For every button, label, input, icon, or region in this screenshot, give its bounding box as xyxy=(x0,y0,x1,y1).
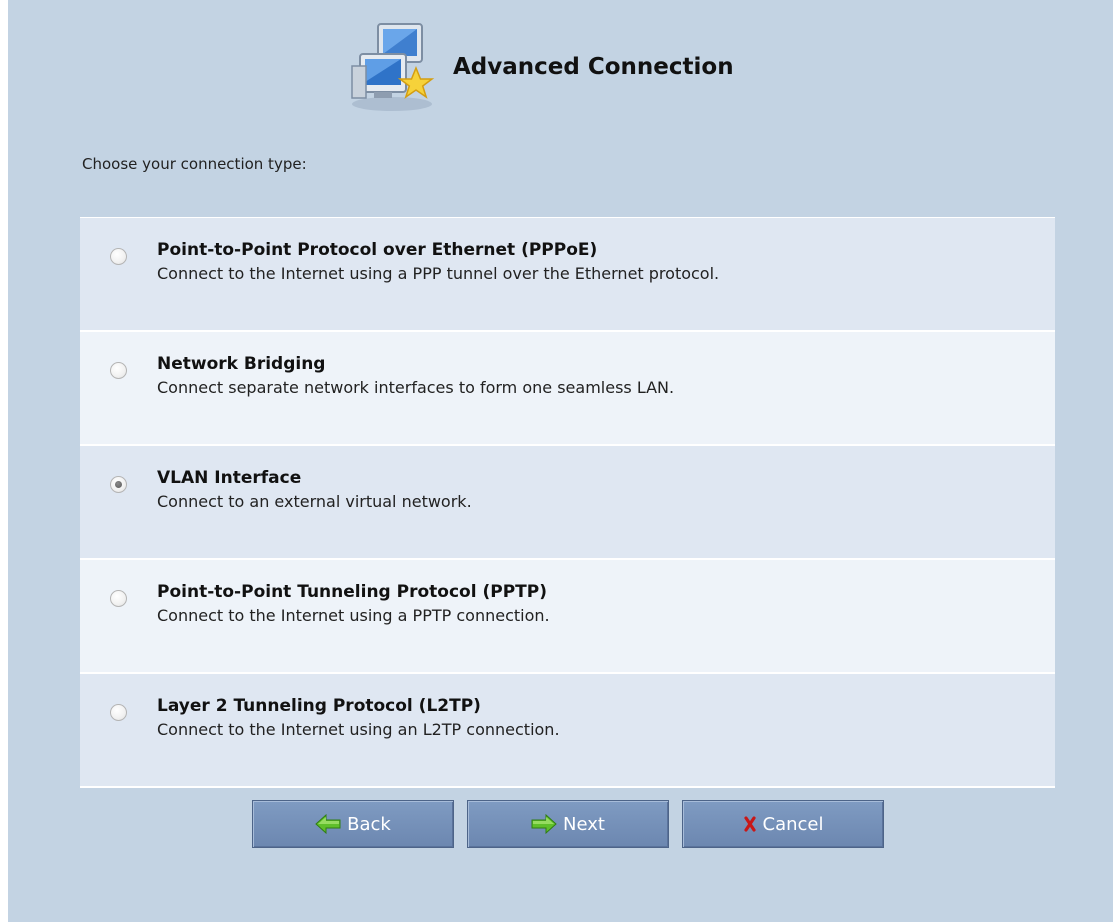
wizard-buttons: Back Next Cancel xyxy=(252,800,892,850)
option-description: Connect to the Internet using an L2TP co… xyxy=(157,720,560,739)
next-button-label: Next xyxy=(563,813,605,835)
connection-type-prompt: Choose your connection type: xyxy=(82,155,307,173)
option-vlan-interface[interactable]: VLAN Interface Connect to an external vi… xyxy=(80,446,1055,560)
next-button[interactable]: Next xyxy=(467,800,669,848)
back-button[interactable]: Back xyxy=(252,800,454,848)
l2tp-radio[interactable] xyxy=(110,704,127,721)
pptp-radio[interactable] xyxy=(110,590,127,607)
option-description: Connect separate network interfaces to f… xyxy=(157,378,675,397)
option-network-bridging[interactable]: Network Bridging Connect separate networ… xyxy=(80,332,1055,446)
option-title: Network Bridging xyxy=(157,354,326,374)
option-description: Connect to an external virtual network. xyxy=(157,492,472,511)
connection-type-list: Point-to-Point Protocol over Ethernet (P… xyxy=(80,217,1055,788)
option-title: Layer 2 Tunneling Protocol (L2TP) xyxy=(157,696,481,716)
network-bridging-radio[interactable] xyxy=(110,362,127,379)
option-pptp[interactable]: Point-to-Point Tunneling Protocol (PPTP)… xyxy=(80,560,1055,674)
green-arrow-right-icon xyxy=(531,813,557,835)
cancel-button-label: Cancel xyxy=(762,813,824,835)
vlan-interface-radio[interactable] xyxy=(110,476,127,493)
option-title: Point-to-Point Protocol over Ethernet (P… xyxy=(157,240,598,260)
option-description: Connect to the Internet using a PPP tunn… xyxy=(157,264,720,283)
red-x-icon xyxy=(743,816,757,832)
option-title: Point-to-Point Tunneling Protocol (PPTP) xyxy=(157,582,547,602)
back-button-label: Back xyxy=(347,813,391,835)
option-description: Connect to the Internet using a PPTP con… xyxy=(157,606,550,625)
page-title: Advanced Connection xyxy=(453,54,734,80)
green-arrow-left-icon xyxy=(315,813,341,835)
option-title: VLAN Interface xyxy=(157,468,302,488)
wizard-panel: Advanced Connection Choose your connecti… xyxy=(8,0,1113,922)
pppoe-radio[interactable] xyxy=(110,248,127,265)
cancel-button[interactable]: Cancel xyxy=(682,800,884,848)
option-pppoe[interactable]: Point-to-Point Protocol over Ethernet (P… xyxy=(80,218,1055,332)
page-header: Advanced Connection xyxy=(346,16,806,116)
network-computers-icon xyxy=(346,16,442,114)
option-l2tp[interactable]: Layer 2 Tunneling Protocol (L2TP) Connec… xyxy=(80,674,1055,788)
